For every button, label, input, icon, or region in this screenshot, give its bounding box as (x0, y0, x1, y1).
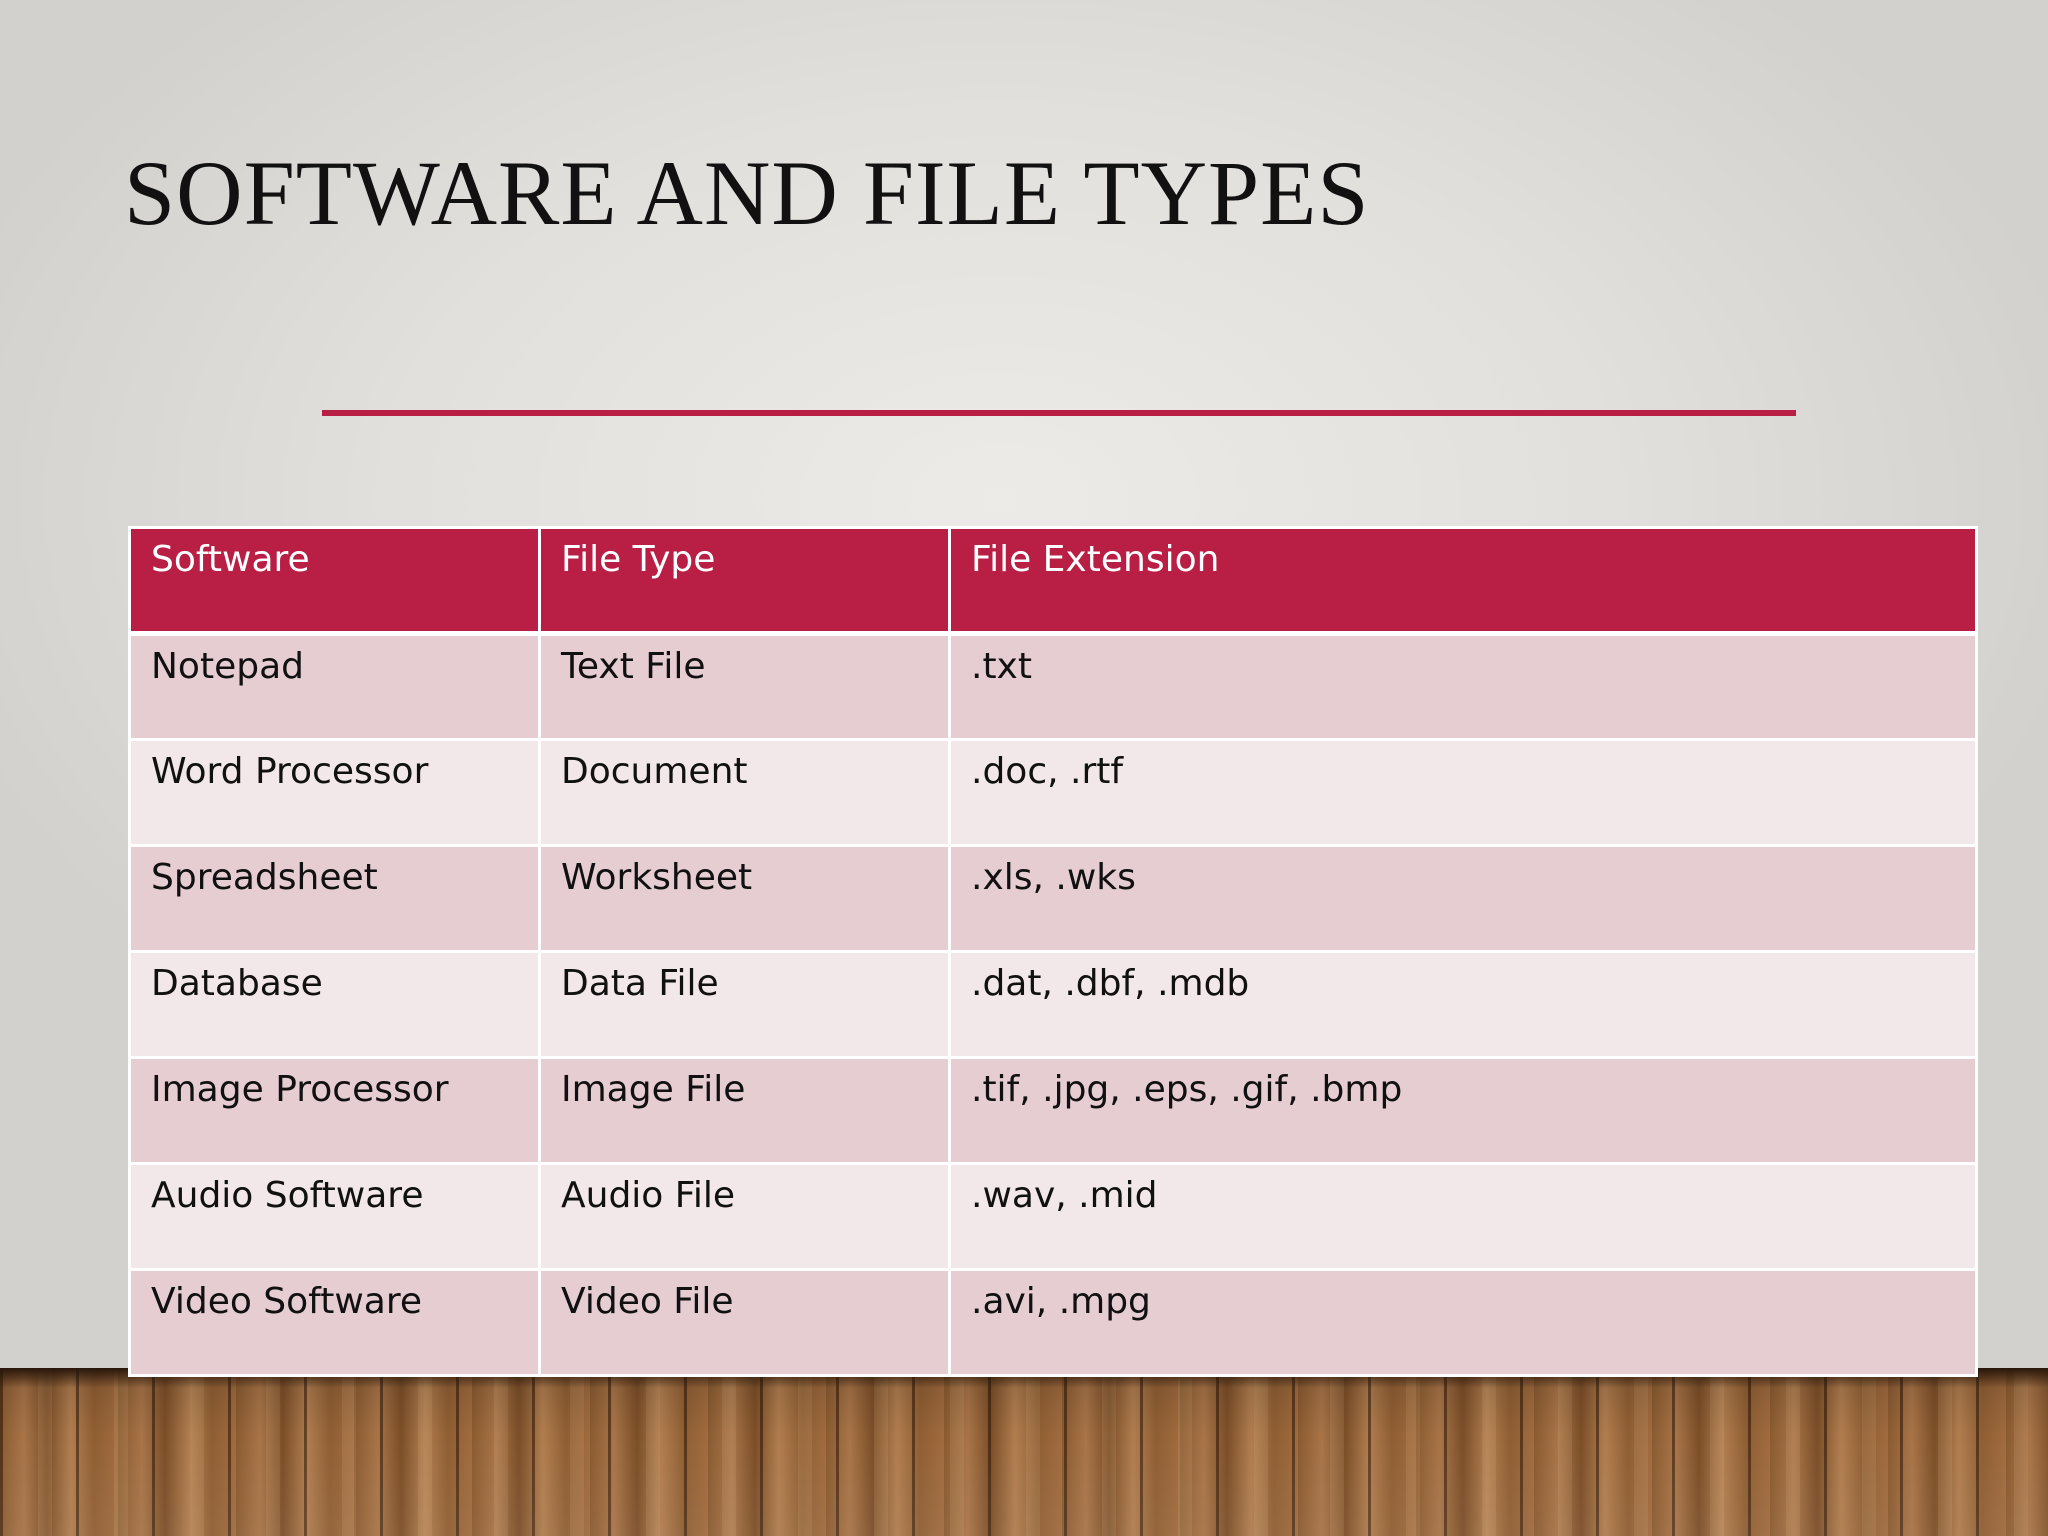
header-software: Software (128, 526, 541, 636)
cell-file-type: Audio File (538, 1162, 951, 1271)
cell-file-extension: .dat, .dbf, .mdb (948, 950, 1978, 1059)
table-row: Video Software Video File .avi, .mpg (128, 1268, 1978, 1377)
cell-file-type: Document (538, 738, 951, 847)
header-file-extension: File Extension (948, 526, 1978, 636)
cell-software: Spreadsheet (128, 844, 541, 953)
wood-floor-background (0, 1368, 2048, 1536)
header-file-type: File Type (538, 526, 951, 636)
table-row: Image Processor Image File .tif, .jpg, .… (128, 1056, 1978, 1165)
table-row: Notepad Text File .txt (128, 632, 1978, 741)
table-row: Spreadsheet Worksheet .xls, .wks (128, 844, 1978, 953)
cell-file-extension: .txt (948, 632, 1978, 741)
title-accent-line (322, 410, 1796, 416)
table-header-row: Software File Type File Extension (128, 526, 1978, 636)
cell-file-type: Worksheet (538, 844, 951, 953)
cell-software: Database (128, 950, 541, 1059)
cell-software: Video Software (128, 1268, 541, 1377)
cell-software: Image Processor (128, 1056, 541, 1165)
slide-title: SOFTWARE AND FILE TYPES (124, 142, 1370, 244)
table-row: Database Data File .dat, .dbf, .mdb (128, 950, 1978, 1059)
cell-software: Word Processor (128, 738, 541, 847)
slide: SOFTWARE AND FILE TYPES Software File Ty… (0, 0, 2048, 1536)
cell-file-extension: .tif, .jpg, .eps, .gif, .bmp (948, 1056, 1978, 1165)
cell-file-type: Video File (538, 1268, 951, 1377)
cell-file-type: Image File (538, 1056, 951, 1165)
cell-file-extension: .wav, .mid (948, 1162, 1978, 1271)
cell-file-extension: .doc, .rtf (948, 738, 1978, 847)
table-row: Word Processor Document .doc, .rtf (128, 738, 1978, 847)
table-row: Audio Software Audio File .wav, .mid (128, 1162, 1978, 1271)
cell-file-extension: .avi, .mpg (948, 1268, 1978, 1377)
file-types-table: Software File Type File Extension Notepa… (128, 526, 1978, 1377)
cell-file-type: Text File (538, 632, 951, 741)
cell-file-extension: .xls, .wks (948, 844, 1978, 953)
cell-software: Notepad (128, 632, 541, 741)
cell-software: Audio Software (128, 1162, 541, 1271)
cell-file-type: Data File (538, 950, 951, 1059)
